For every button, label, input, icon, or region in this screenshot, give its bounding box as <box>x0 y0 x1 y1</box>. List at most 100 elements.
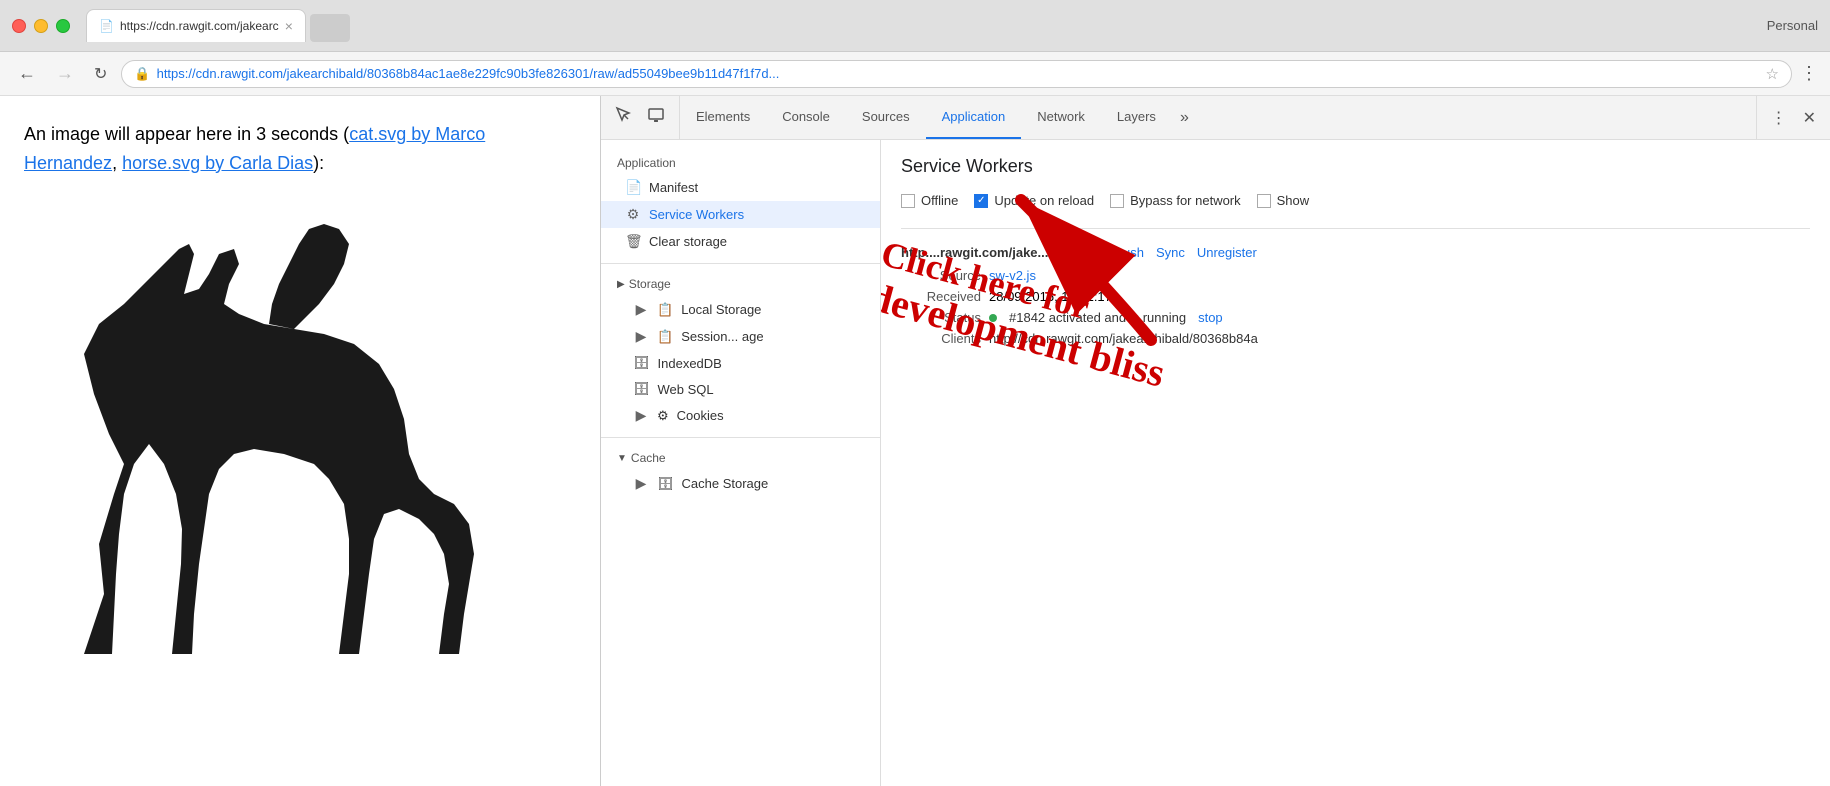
page-after-text: ): <box>313 153 324 173</box>
main-area: An image will appear here in 3 seconds (… <box>0 96 1830 786</box>
local-storage-arrow-icon: ▶ <box>633 301 649 318</box>
devtools-icon-group <box>601 96 680 139</box>
page-text: An image will appear here in 3 seconds (… <box>24 120 576 178</box>
cache-storage-icon: 🗄 <box>657 476 674 492</box>
devtools-body: Application 📄 Manifest ⚙ Service Workers… <box>601 140 1830 786</box>
new-tab-button[interactable] <box>310 14 350 42</box>
sidebar-item-web-sql[interactable]: 🗄 Web SQL <box>601 376 880 402</box>
devtools-menu-button[interactable]: ⋮ <box>1765 104 1793 132</box>
address-text: https://cdn.rawgit.com/jakearchibald/803… <box>157 66 1760 81</box>
sidebar-cookies-label: Cookies <box>677 408 724 423</box>
service-workers-title: Service Workers <box>901 156 1810 177</box>
forward-button[interactable]: → <box>50 59 80 88</box>
sw-clients-field: Clients http://cdn.rawgit.com/jakearchib… <box>901 331 1810 346</box>
sw-received-date: 28/09/2016, 13:01:17 <box>989 289 1112 304</box>
devtools-sidebar: Application 📄 Manifest ⚙ Service Workers… <box>601 140 881 786</box>
sidebar-item-indexeddb[interactable]: 🗄 IndexedDB <box>601 350 880 376</box>
service-worker-options: Offline ✓ Update on reload Bypass for ne… <box>901 193 1810 208</box>
sidebar-cache-storage-label: Cache Storage <box>682 476 769 491</box>
indexeddb-icon: 🗄 <box>633 355 650 371</box>
sidebar-item-cache-storage[interactable]: ▶ 🗄 Cache Storage <box>601 470 880 497</box>
sidebar-storage-label: Storage <box>629 277 671 291</box>
horse-svg-link[interactable]: horse.svg by Carla Dias <box>122 153 313 173</box>
sidebar-item-manifest[interactable]: 📄 Manifest <box>601 174 880 201</box>
tab-elements[interactable]: Elements <box>680 96 766 139</box>
sidebar-local-storage-label: Local Storage <box>681 302 761 317</box>
manifest-icon: 📄 <box>625 179 641 196</box>
devtools-right-icons: ⋮ ✕ <box>1756 96 1830 139</box>
sidebar-storage-section[interactable]: ▶ Storage <box>601 272 880 296</box>
sw-status-indicator <box>989 314 997 322</box>
maximize-traffic-light[interactable] <box>56 19 70 33</box>
sidebar-cache-section[interactable]: ▼ Cache <box>601 446 880 470</box>
web-sql-icon: 🗄 <box>633 381 650 397</box>
browser-window: 📄 https://cdn.rawgit.com/jakearc × Perso… <box>0 0 1830 786</box>
update-on-reload-option: ✓ Update on reload <box>974 193 1094 208</box>
link-separator: , <box>112 153 122 173</box>
service-workers-icon: ⚙ <box>625 206 641 223</box>
sidebar-item-cookies[interactable]: ▶ ⚙ Cookies <box>601 402 880 429</box>
session-storage-arrow-icon: ▶ <box>633 328 649 345</box>
browser-tab[interactable]: 📄 https://cdn.rawgit.com/jakearc × <box>86 9 306 42</box>
cache-arrow-icon: ▼ <box>617 453 627 464</box>
cookies-icon: ⚙ <box>657 408 669 424</box>
sidebar-cache-label: Cache <box>631 451 666 465</box>
sidebar-item-local-storage[interactable]: ▶ 📋 Local Storage <box>601 296 880 323</box>
devtools-close-button[interactable]: ✕ <box>1797 104 1822 132</box>
address-bar[interactable]: 🔒 https://cdn.rawgit.com/jakearchibald/8… <box>121 60 1792 88</box>
sidebar-service-workers-label: Service Workers <box>649 207 744 222</box>
sidebar-indexeddb-label: IndexedDB <box>658 356 722 371</box>
sw-sync-link[interactable]: Sync <box>1156 245 1185 260</box>
show-option: Show <box>1257 193 1310 208</box>
sw-stop-link[interactable]: stop <box>1198 310 1223 325</box>
page-intro-text: An image will appear here in 3 seconds ( <box>24 124 349 144</box>
tab-sources[interactable]: Sources <box>846 96 926 139</box>
sw-status-text: #1842 activated and is running <box>1009 310 1186 325</box>
sidebar-item-clear-storage[interactable]: 🗑 Clear storage <box>601 228 880 255</box>
bypass-for-network-option: Bypass for network <box>1110 193 1241 208</box>
sw-clients-url: http://cdn.rawgit.com/jakearchibald/8036… <box>989 331 1258 346</box>
device-toolbar-button[interactable] <box>641 102 671 133</box>
cookies-arrow-icon: ▶ <box>633 407 649 424</box>
tab-close-button[interactable]: × <box>285 18 293 34</box>
sw-source-file-link[interactable]: sw-v2.js <box>989 268 1036 283</box>
sw-status-field: Status #1842 activated and is running st… <box>901 310 1810 325</box>
sw-status-label: Status <box>901 310 981 325</box>
sidebar-divider <box>601 263 880 264</box>
sidebar-item-session-storage[interactable]: ▶ 📋 Session... age <box>601 323 880 350</box>
storage-arrow-icon: ▶ <box>617 279 625 290</box>
tab-network[interactable]: Network <box>1021 96 1101 139</box>
browser-menu-icon[interactable]: ⋮ <box>1800 63 1818 84</box>
sidebar-item-service-workers[interactable]: ⚙ Service Workers <box>601 201 880 228</box>
offline-option: Offline <box>901 193 958 208</box>
update-on-reload-label: Update on reload <box>994 193 1094 208</box>
tab-application[interactable]: Application <box>926 96 1022 139</box>
sw-url-text: http....rawgit.com/jake... <box>901 245 1048 260</box>
clear-storage-icon: 🗑 <box>625 233 641 250</box>
tab-title: https://cdn.rawgit.com/jakearc <box>120 19 279 33</box>
horse-silhouette <box>24 194 576 679</box>
tab-area: 📄 https://cdn.rawgit.com/jakearc × <box>86 9 1759 42</box>
sw-push-link[interactable]: Push <box>1114 245 1144 260</box>
sidebar-clear-storage-label: Clear storage <box>649 234 727 249</box>
sw-update-link[interactable]: Update <box>1060 245 1102 260</box>
devtools-tabs: Elements Console Sources Application Net… <box>680 96 1756 139</box>
inspect-element-button[interactable] <box>609 102 639 133</box>
bookmark-star-icon[interactable]: ☆ <box>1766 65 1779 83</box>
refresh-button[interactable]: ↻ <box>88 60 113 88</box>
bypass-for-network-checkbox[interactable] <box>1110 194 1124 208</box>
update-on-reload-checkbox[interactable]: ✓ <box>974 194 988 208</box>
sidebar-manifest-label: Manifest <box>649 180 698 195</box>
sw-unregister-link[interactable]: Unregister <box>1197 245 1257 260</box>
page-content: An image will appear here in 3 seconds (… <box>0 96 600 786</box>
show-checkbox[interactable] <box>1257 194 1271 208</box>
minimize-traffic-light[interactable] <box>34 19 48 33</box>
offline-checkbox[interactable] <box>901 194 915 208</box>
back-button[interactable]: ← <box>12 59 42 88</box>
close-traffic-light[interactable] <box>12 19 26 33</box>
devtools-panel: Elements Console Sources Application Net… <box>600 96 1830 786</box>
tab-layers[interactable]: Layers <box>1101 96 1172 139</box>
devtools-main-panel: Click here fordevelopment bliss Service … <box>881 140 1830 786</box>
tab-console[interactable]: Console <box>766 96 846 139</box>
more-tabs-button[interactable]: » <box>1172 96 1197 139</box>
